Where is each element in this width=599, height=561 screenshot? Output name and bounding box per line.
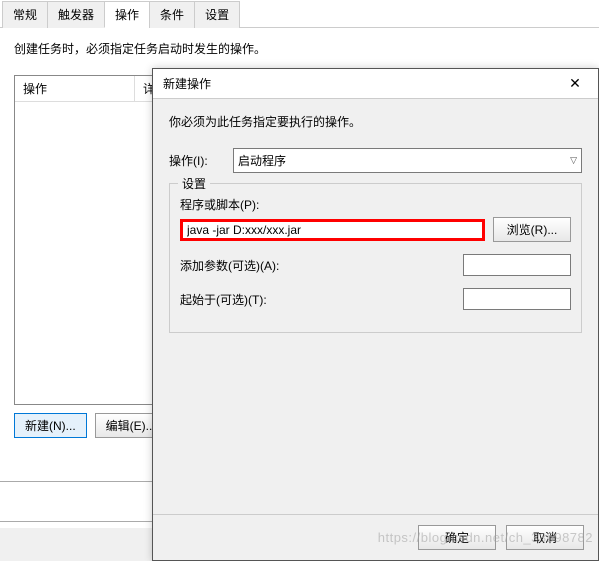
action-select-value: 启动程序 bbox=[238, 152, 286, 169]
startin-label: 起始于(可选)(T): bbox=[180, 291, 267, 308]
divider bbox=[0, 481, 152, 482]
divider bbox=[0, 521, 152, 522]
dialog-titlebar: 新建操作 ✕ bbox=[153, 69, 598, 99]
dialog-description: 你必须为此任务指定要执行的操作。 bbox=[169, 113, 582, 130]
new-action-button[interactable]: 新建(N)... bbox=[14, 413, 87, 438]
startin-row: 起始于(可选)(T): bbox=[180, 288, 571, 310]
program-row: 浏览(R)... bbox=[180, 217, 571, 242]
tab-conditions[interactable]: 条件 bbox=[149, 1, 195, 28]
tab-bar: 常规 触发器 操作 条件 设置 bbox=[0, 0, 599, 28]
dialog-body: 你必须为此任务指定要执行的操作。 操作(I): 启动程序 ▽ 设置 程序或脚本(… bbox=[153, 99, 598, 347]
close-icon[interactable]: ✕ bbox=[560, 75, 590, 92]
chevron-down-icon: ▽ bbox=[570, 155, 577, 166]
col-action[interactable]: 操作 bbox=[15, 76, 135, 101]
args-label: 添加参数(可选)(A): bbox=[180, 257, 279, 274]
settings-group: 设置 程序或脚本(P): 浏览(R)... 添加参数(可选)(A): 起始于(可… bbox=[169, 183, 582, 333]
tab-triggers[interactable]: 触发器 bbox=[47, 1, 105, 28]
dialog-title-text: 新建操作 bbox=[163, 75, 211, 92]
tab-settings[interactable]: 设置 bbox=[194, 1, 240, 28]
args-input[interactable] bbox=[463, 254, 571, 276]
action-select[interactable]: 启动程序 ▽ bbox=[233, 148, 582, 173]
cancel-button[interactable]: 取消 bbox=[506, 525, 584, 550]
ok-button[interactable]: 确定 bbox=[418, 525, 496, 550]
action-select-row: 操作(I): 启动程序 ▽ bbox=[169, 148, 582, 173]
dialog-footer: 确定 取消 bbox=[153, 514, 598, 560]
actions-description: 创建任务时，必须指定任务启动时发生的操作。 bbox=[14, 40, 585, 57]
tab-general[interactable]: 常规 bbox=[2, 1, 48, 28]
startin-input[interactable] bbox=[463, 288, 571, 310]
new-action-dialog: 新建操作 ✕ 你必须为此任务指定要执行的操作。 操作(I): 启动程序 ▽ 设置… bbox=[152, 68, 599, 561]
tab-actions[interactable]: 操作 bbox=[104, 1, 150, 28]
browse-button[interactable]: 浏览(R)... bbox=[493, 217, 571, 242]
program-input[interactable] bbox=[180, 219, 485, 241]
args-row: 添加参数(可选)(A): bbox=[180, 254, 571, 276]
program-label: 程序或脚本(P): bbox=[180, 196, 571, 213]
action-label: 操作(I): bbox=[169, 152, 227, 169]
settings-group-title: 设置 bbox=[178, 175, 210, 192]
